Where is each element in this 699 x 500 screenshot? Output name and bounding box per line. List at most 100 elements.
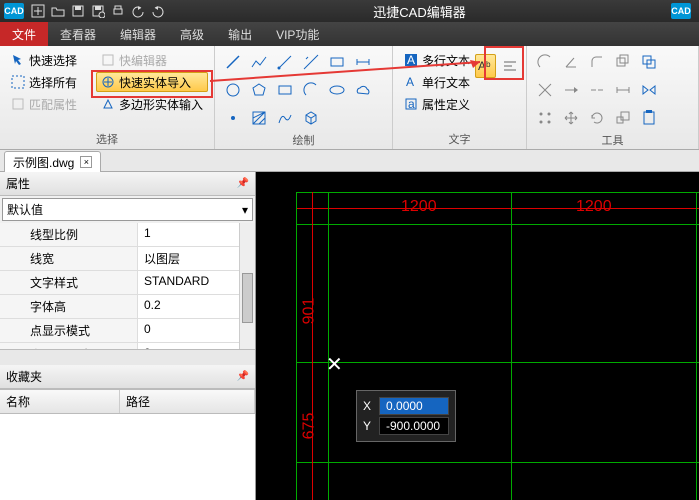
paste-icon[interactable] [637,106,661,130]
prop-row: 点显示模式0 [0,319,255,343]
coord-input: X0.0000 Y-900.0000 [356,390,456,442]
save-icon[interactable] [68,2,88,20]
align-icon[interactable] [500,54,521,78]
poly-input-button[interactable]: 多边形实体输入 [96,94,208,114]
extend-icon[interactable] [559,78,583,102]
menu-viewer[interactable]: 查看器 [48,22,108,46]
ribbon: 快速选择 选择所有 匹配属性 快编辑器 快速实体导入 多边形实体输入 选择 [0,46,699,150]
copy-icon[interactable] [637,50,661,74]
crosshair-icon: ✕ [326,352,343,377]
props-header: 属性 📌 [0,172,255,196]
trim-icon[interactable] [533,78,557,102]
line-icon[interactable] [221,50,245,74]
group-select-label: 选择 [6,129,208,149]
spline-icon[interactable] [273,106,297,130]
match-props-label: 匹配属性 [29,96,77,113]
open-icon[interactable] [48,2,68,20]
ray-icon[interactable] [273,50,297,74]
attrdef-button[interactable]: a 属性定义 [399,94,520,114]
fav-col-name[interactable]: 名称 [0,390,120,413]
polyline-icon[interactable] [247,50,271,74]
quick-select-label: 快速选择 [29,52,77,69]
quick-editor-button[interactable]: 快编辑器 [96,50,208,70]
menu-advanced[interactable]: 高级 [168,22,216,46]
undo-icon[interactable] [128,2,148,20]
hatch-icon[interactable] [247,106,271,130]
arc-tool-icon[interactable] [533,50,557,74]
menu-file[interactable]: 文件 [0,22,48,46]
dim-icon[interactable] [351,50,375,74]
close-tab-icon[interactable]: × [80,156,92,168]
y-input[interactable]: -900.0000 [379,417,449,435]
props-scrollbar[interactable] [239,223,255,349]
3d-icon[interactable] [299,106,323,130]
new-icon[interactable] [28,2,48,20]
group-draw-label: 绘制 [221,130,386,150]
group-tools-label: 工具 [533,130,692,150]
offset-icon[interactable] [611,50,635,74]
menu-output[interactable]: 输出 [216,22,264,46]
y-label: Y [363,419,371,433]
fav-col-path[interactable]: 路径 [120,390,255,413]
svg-text:A: A [407,53,415,67]
dim-left-1: 901 [300,298,318,325]
match-props-button[interactable]: 匹配属性 [6,94,96,114]
menu-editor[interactable]: 编辑器 [108,22,168,46]
scale-icon[interactable] [611,106,635,130]
prop-row: 字体高0.2 [0,295,255,319]
chevron-down-icon: ▾ [242,203,248,217]
attrdef-label: 属性定义 [422,96,470,113]
print-icon[interactable] [108,2,128,20]
pin-icon[interactable]: 📌 [237,178,249,189]
pin-icon[interactable]: 📌 [237,371,249,382]
arc-icon[interactable] [299,78,323,102]
app-title: 迅捷CAD编辑器 [168,2,671,21]
group-text-label: 文字 [399,129,520,149]
svg-text:a: a [408,97,415,111]
break-icon[interactable] [585,78,609,102]
saveas-icon[interactable] [88,2,108,20]
quick-import-button[interactable]: 快速实体导入 [96,72,208,92]
poly-input-label: 多边形实体输入 [119,96,203,113]
prop-row: 点显示尺寸0 [0,343,255,349]
rotate-icon[interactable] [585,106,609,130]
redo-icon[interactable] [148,2,168,20]
fav-header: 收藏夹 📌 [0,365,255,389]
rect-group-icon[interactable] [325,50,349,74]
x-input[interactable]: 0.0000 [379,397,449,415]
mirror-icon[interactable] [637,78,661,102]
quick-select-button[interactable]: 快速选择 [6,50,96,70]
select-all-button[interactable]: 选择所有 [6,72,96,92]
angle-icon[interactable] [559,50,583,74]
cloud-icon[interactable] [351,78,375,102]
menu-vip[interactable]: VIP功能 [264,22,331,46]
rect-icon[interactable] [273,78,297,102]
titlebar: CAD 迅捷CAD编辑器 CAD [0,0,699,22]
doc-tab[interactable]: 示例图.dwg × [4,151,101,173]
svg-text:A: A [406,75,414,89]
prop-row: 线型比例1 [0,223,255,247]
fav-title: 收藏夹 [6,368,42,385]
quick-import-label: 快速实体导入 [119,74,191,91]
fav-list [0,414,255,500]
text-style-icon[interactable]: Aᵇ [475,54,496,78]
move-icon[interactable] [559,106,583,130]
fav-columns: 名称 路径 [0,389,255,414]
drawing-canvas[interactable]: 1200 1200 901 675 ✕ X0.0000 Y-900.0000 [256,172,699,500]
fillet-icon[interactable] [585,50,609,74]
polygon-icon[interactable] [247,78,271,102]
app-logo: CAD [4,3,24,19]
workspace: 属性 📌 默认值 ▾ 线型比例1 线宽以图层 文字样式STANDARD 字体高0… [0,172,699,500]
ellipse-icon[interactable] [325,78,349,102]
array-icon[interactable] [533,106,557,130]
xline-icon[interactable] [299,50,323,74]
point-icon[interactable] [221,106,245,130]
app-badge-icon: CAD [671,3,691,19]
props-combo[interactable]: 默认值 ▾ [2,198,253,221]
svg-text:Aᵇ: Aᵇ [478,59,491,73]
props-list: 线型比例1 线宽以图层 文字样式STANDARD 字体高0.2 点显示模式0 点… [0,223,255,349]
lengthen-icon[interactable] [611,78,635,102]
circle-icon[interactable] [221,78,245,102]
select-all-label: 选择所有 [29,74,77,91]
quick-editor-label: 快编辑器 [119,52,167,69]
